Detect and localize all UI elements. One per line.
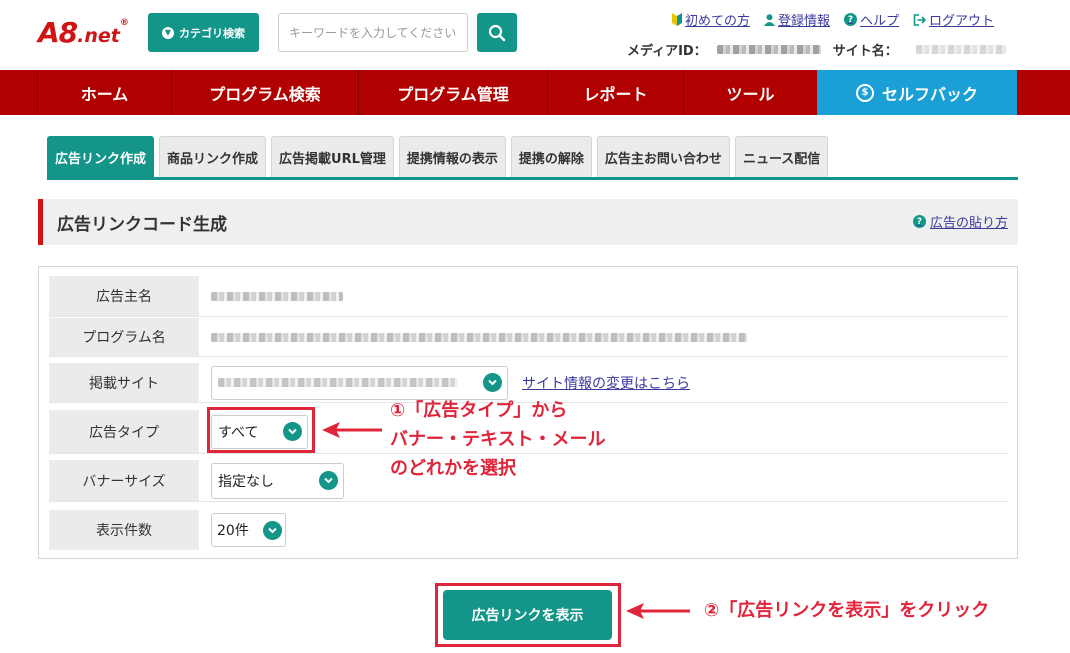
- nav-tools[interactable]: ツール: [683, 70, 817, 115]
- page-title: 広告リンクコード生成: [57, 214, 227, 235]
- header-links: 初めての方 登録情報 ? ヘルプ ログアウト: [672, 10, 994, 29]
- tab-advertiser-contact[interactable]: 広告主お問い合わせ: [596, 136, 730, 178]
- display-count-select[interactable]: 20件: [211, 513, 286, 547]
- site-label: 掲載サイト: [49, 363, 199, 402]
- help-link[interactable]: ? ヘルプ: [844, 10, 899, 29]
- ad-type-highlight-box: [207, 407, 315, 453]
- search-icon: [488, 24, 506, 41]
- chevron-down-icon: ▼: [162, 26, 174, 39]
- chevron-down-icon: [263, 520, 282, 540]
- search-button[interactable]: [477, 13, 517, 52]
- tab-partnership-info[interactable]: 提携情報の表示: [398, 136, 506, 178]
- advertiser-name-redacted: [211, 291, 343, 301]
- question-icon: ?: [844, 13, 858, 26]
- site-value-redacted: [218, 378, 458, 387]
- ad-placement-help-link[interactable]: ? 広告の貼り方: [912, 212, 1008, 231]
- advertiser-label: 広告主名: [49, 276, 199, 316]
- chevron-down-icon: [319, 471, 338, 490]
- tab-underline: [47, 177, 1018, 180]
- arrow-left-icon: [322, 422, 382, 438]
- beginner-mark-icon: [672, 13, 682, 26]
- nav-program-search[interactable]: プログラム検索: [171, 70, 358, 115]
- site-name-redacted: [915, 45, 1006, 54]
- beginner-link[interactable]: 初めての方: [672, 10, 750, 29]
- media-info: メディアID： サイト名：: [627, 40, 1006, 59]
- selfback-icon: $: [855, 83, 874, 102]
- category-search-button[interactable]: ▼ カテゴリ検索: [148, 13, 259, 52]
- display-count-row: 表示件数 20件: [49, 510, 1009, 550]
- nav-home[interactable]: ホーム: [37, 70, 171, 115]
- tab-news[interactable]: ニュース配信: [734, 136, 829, 178]
- section-heading: 広告リンクコード生成 ? 広告の貼り方: [38, 199, 1018, 245]
- banner-size-select[interactable]: 指定なし: [211, 462, 344, 499]
- logout-link[interactable]: ログアウト: [913, 10, 994, 29]
- sub-tabs: 広告リンク作成 商品リンク作成 広告掲載URL管理 提携情報の表示 提携の解除 …: [47, 136, 829, 178]
- tab-partnership-cancel[interactable]: 提携の解除: [510, 136, 592, 178]
- logout-icon: [913, 13, 927, 26]
- program-label: プログラム名: [49, 318, 199, 356]
- question-icon: ?: [912, 215, 926, 228]
- site-info-change-link[interactable]: サイト情報の変更はこちら: [522, 373, 690, 393]
- nav-selfback[interactable]: $ セルフバック: [817, 70, 1017, 115]
- show-ad-link-button[interactable]: 広告リンクを表示: [443, 590, 612, 640]
- advertiser-row: 広告主名: [49, 276, 1009, 317]
- arrow-left-icon: [626, 603, 690, 619]
- banner-size-label: バナーサイズ: [49, 460, 199, 501]
- keyword-search-input[interactable]: [278, 13, 468, 52]
- chevron-down-icon: [483, 373, 502, 392]
- tab-ad-link-create[interactable]: 広告リンク作成: [47, 136, 155, 178]
- nav-report[interactable]: レポート: [547, 70, 683, 115]
- program-name-redacted: [211, 332, 747, 342]
- site-header: A8.net® ▼ カテゴリ検索 初めての方 登録情報 ? ヘルプ ログアウト …: [0, 0, 1070, 70]
- a8net-logo[interactable]: A8.net®: [38, 16, 129, 49]
- account-info-link[interactable]: 登録情報: [764, 10, 830, 29]
- annotation-step2: ②「広告リンクを表示」をクリック: [704, 600, 990, 621]
- user-icon: [764, 13, 776, 26]
- ad-type-label: 広告タイプ: [49, 410, 199, 453]
- main-nav: ホーム プログラム検索 プログラム管理 レポート ツール $ セルフバック: [0, 70, 1070, 115]
- tab-ad-url-management[interactable]: 広告掲載URL管理: [271, 136, 394, 178]
- annotation-step1: ①「広告タイプ」から バナー・テキスト・メール のどれかを選択: [390, 400, 606, 479]
- tab-product-link-create[interactable]: 商品リンク作成: [159, 136, 267, 178]
- nav-program-management[interactable]: プログラム管理: [358, 70, 547, 115]
- media-id-redacted: [716, 45, 821, 54]
- site-select[interactable]: [211, 365, 508, 400]
- display-count-label: 表示件数: [49, 510, 199, 550]
- program-row: プログラム名: [49, 318, 1009, 357]
